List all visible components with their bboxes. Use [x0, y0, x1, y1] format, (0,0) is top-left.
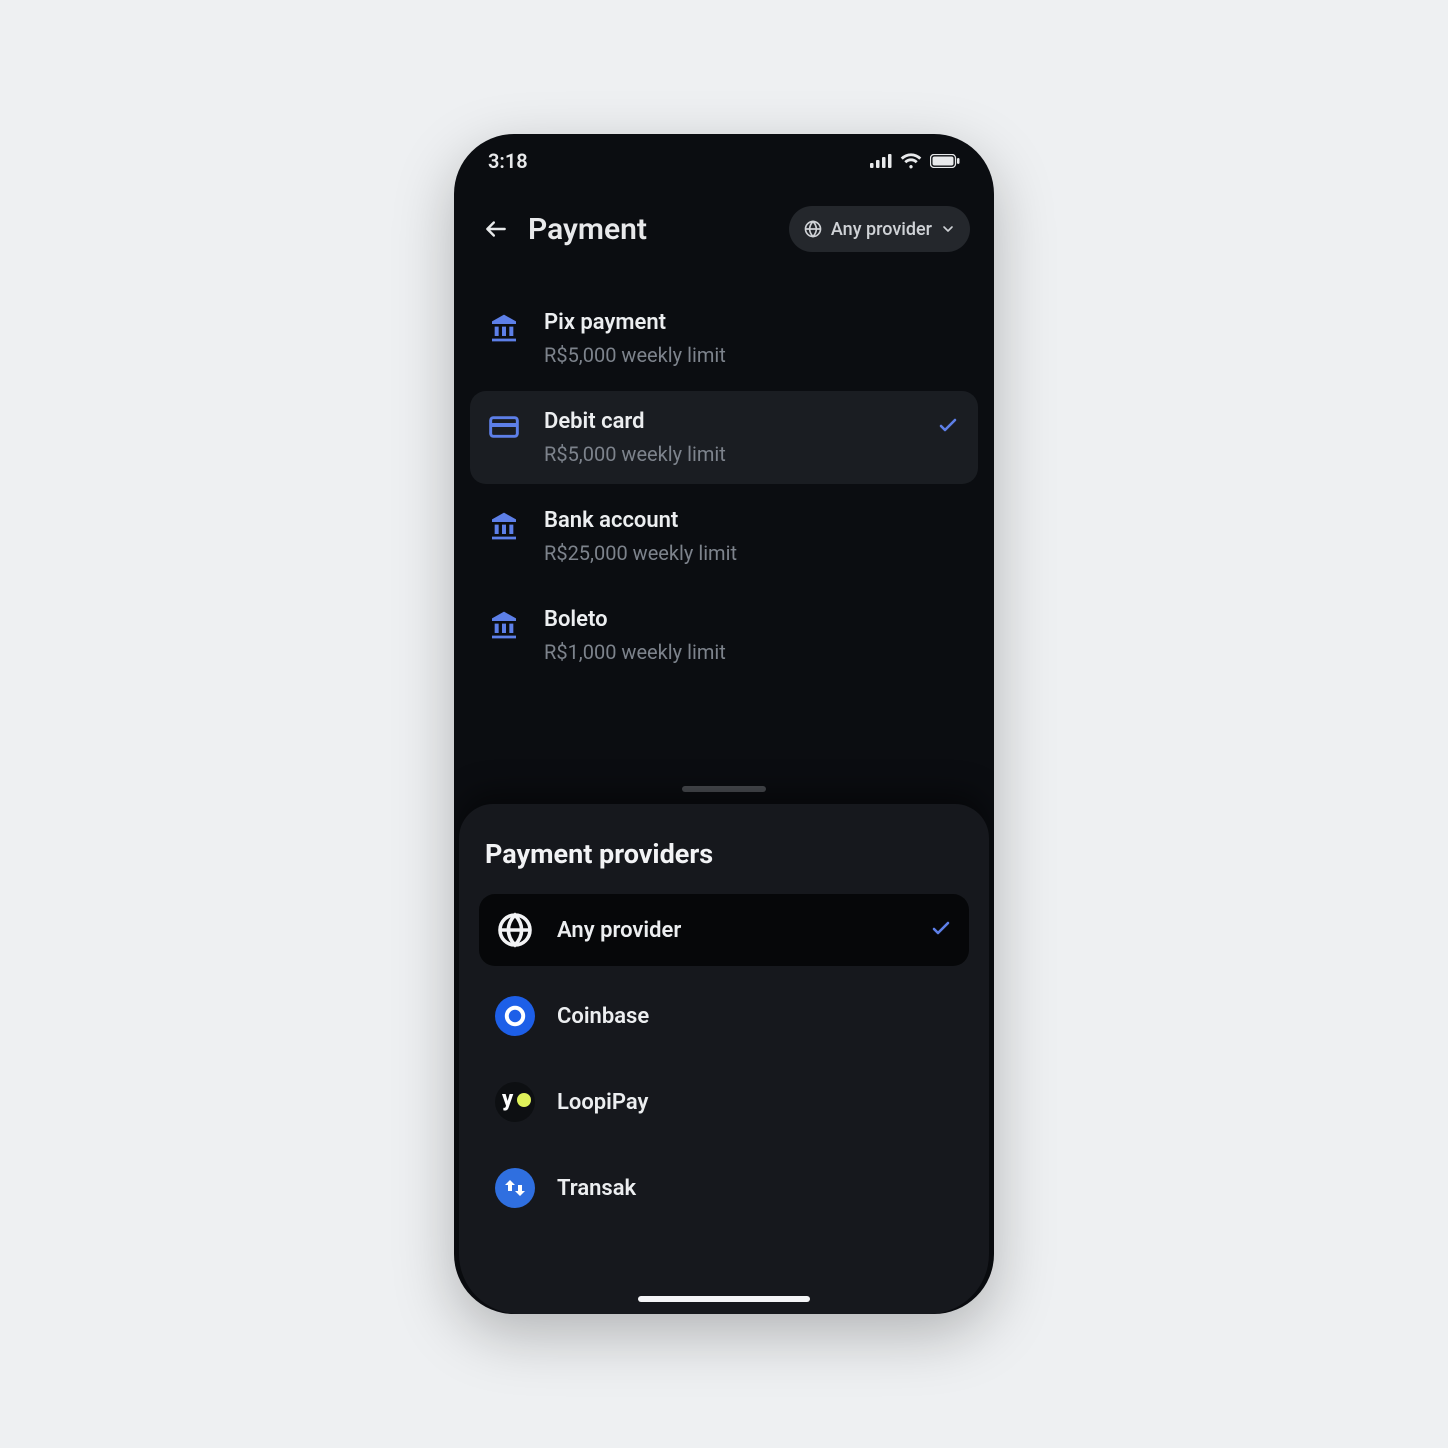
payment-method-pix[interactable]: Pix payment R$5,000 weekly limit — [470, 292, 978, 385]
page-title: Payment — [528, 212, 789, 247]
payment-method-title: Boleto — [544, 607, 960, 632]
phone-frame: 3:18 Payment Any provider — [454, 134, 994, 1314]
status-time: 3:18 — [488, 149, 528, 173]
provider-any[interactable]: Any provider — [479, 894, 969, 966]
globe-icon — [495, 910, 535, 950]
provider-filter-pill[interactable]: Any provider — [789, 206, 970, 252]
home-indicator[interactable] — [638, 1296, 810, 1302]
payment-method-title: Debit card — [544, 409, 914, 434]
payment-method-sub: R$25,000 weekly limit — [544, 541, 960, 565]
card-icon — [488, 411, 522, 445]
payment-method-title: Bank account — [544, 508, 960, 533]
arrow-left-icon — [483, 216, 509, 242]
check-icon — [929, 916, 953, 944]
payment-method-boleto[interactable]: Boleto R$1,000 weekly limit — [470, 589, 978, 682]
bank-icon — [488, 312, 522, 346]
transak-icon — [495, 1168, 535, 1208]
provider-label: LoopiPay — [557, 1090, 953, 1115]
wifi-icon — [900, 153, 922, 169]
payment-method-title: Pix payment — [544, 310, 960, 335]
payment-method-sub: R$5,000 weekly limit — [544, 442, 914, 466]
payment-method-sub: R$1,000 weekly limit — [544, 640, 960, 664]
loopipay-icon: y — [495, 1082, 535, 1122]
payment-methods-list: Pix payment R$5,000 weekly limit Debit c… — [454, 266, 994, 682]
bank-icon — [488, 609, 522, 643]
payment-method-sub: R$5,000 weekly limit — [544, 343, 960, 367]
check-icon — [936, 413, 960, 441]
status-right — [870, 153, 960, 169]
back-button[interactable] — [478, 211, 514, 247]
provider-label: Any provider — [557, 918, 907, 943]
sheet-grabber[interactable] — [682, 786, 766, 792]
provider-filter-label: Any provider — [831, 219, 932, 240]
globe-icon — [803, 219, 823, 239]
chevron-down-icon — [940, 221, 956, 237]
bank-icon — [488, 510, 522, 544]
status-bar: 3:18 — [454, 134, 994, 188]
battery-icon — [930, 154, 960, 168]
providers-list: Any provider Coinbase y LoopiPay — [479, 894, 969, 1224]
sheet-title: Payment providers — [479, 838, 969, 870]
provider-sheet: Payment providers Any provider Coinbase — [459, 804, 989, 1314]
coinbase-icon — [495, 996, 535, 1036]
provider-label: Transak — [557, 1176, 953, 1201]
provider-coinbase[interactable]: Coinbase — [479, 980, 969, 1052]
header: Payment Any provider — [454, 188, 994, 266]
provider-label: Coinbase — [557, 1004, 953, 1029]
provider-loopipay[interactable]: y LoopiPay — [479, 1066, 969, 1138]
payment-method-debit-card[interactable]: Debit card R$5,000 weekly limit — [470, 391, 978, 484]
payment-method-bank-account[interactable]: Bank account R$25,000 weekly limit — [470, 490, 978, 583]
cellular-icon — [870, 154, 892, 168]
provider-transak[interactable]: Transak — [479, 1152, 969, 1224]
